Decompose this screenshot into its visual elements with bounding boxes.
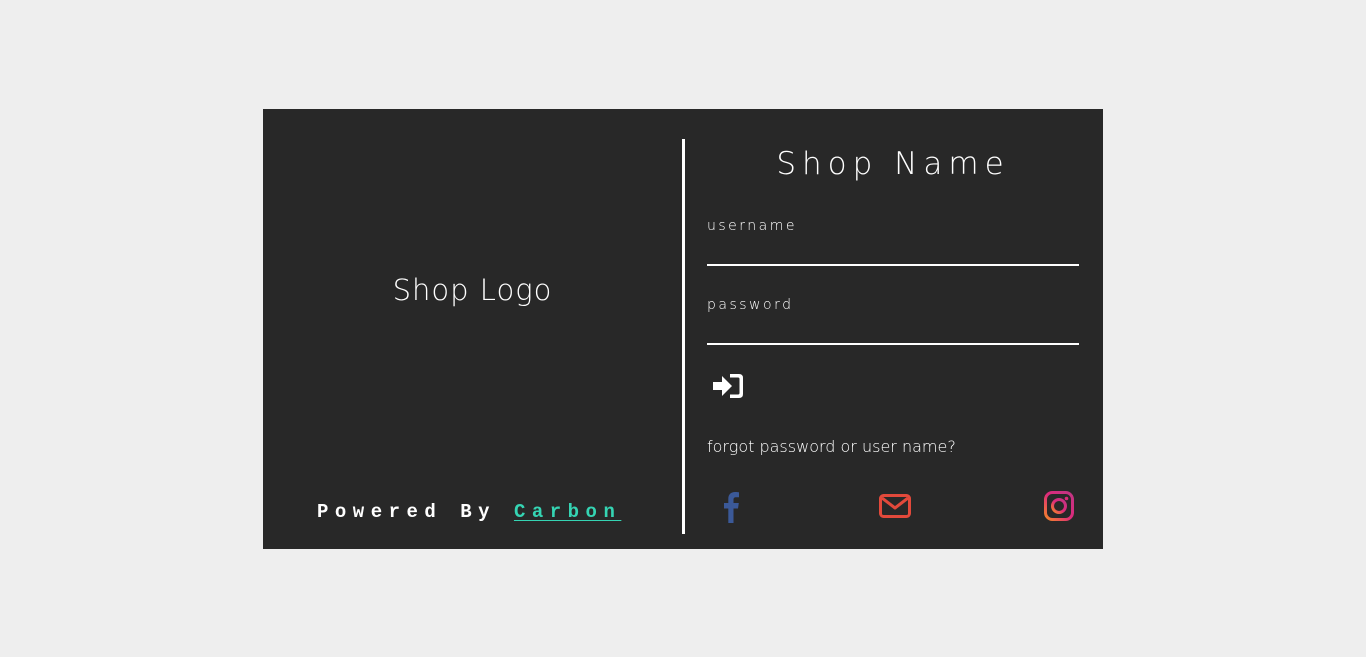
- right-panel: Shop Name username password forgot passw…: [707, 109, 1079, 549]
- username-input[interactable]: [707, 238, 1079, 266]
- password-label: password: [707, 297, 794, 313]
- login-card: Shop Logo Powered By Carbon Shop Name us…: [263, 109, 1103, 549]
- vertical-divider: [682, 139, 685, 534]
- login-button[interactable]: [711, 371, 745, 401]
- password-input[interactable]: [707, 317, 1079, 345]
- left-panel: Shop Logo Powered By Carbon: [263, 109, 682, 549]
- password-field-group: password: [707, 297, 1079, 345]
- instagram-icon: [1044, 491, 1074, 521]
- username-field-group: username: [707, 218, 1079, 266]
- facebook-icon: [724, 492, 739, 523]
- facebook-button[interactable]: [714, 489, 748, 523]
- mail-icon: [879, 494, 911, 518]
- carbon-link[interactable]: Carbon: [514, 501, 621, 523]
- shop-logo: Shop Logo: [392, 273, 553, 307]
- email-button[interactable]: [878, 489, 912, 523]
- sign-in-icon: [713, 374, 743, 398]
- powered-by-label: Powered By: [317, 501, 497, 523]
- powered-by: Powered By Carbon: [317, 501, 621, 523]
- forgot-password-link[interactable]: forgot password or user name?: [707, 437, 956, 456]
- instagram-button[interactable]: [1042, 489, 1076, 523]
- username-label: username: [707, 218, 797, 234]
- shop-name-title: Shop Name: [776, 146, 1010, 182]
